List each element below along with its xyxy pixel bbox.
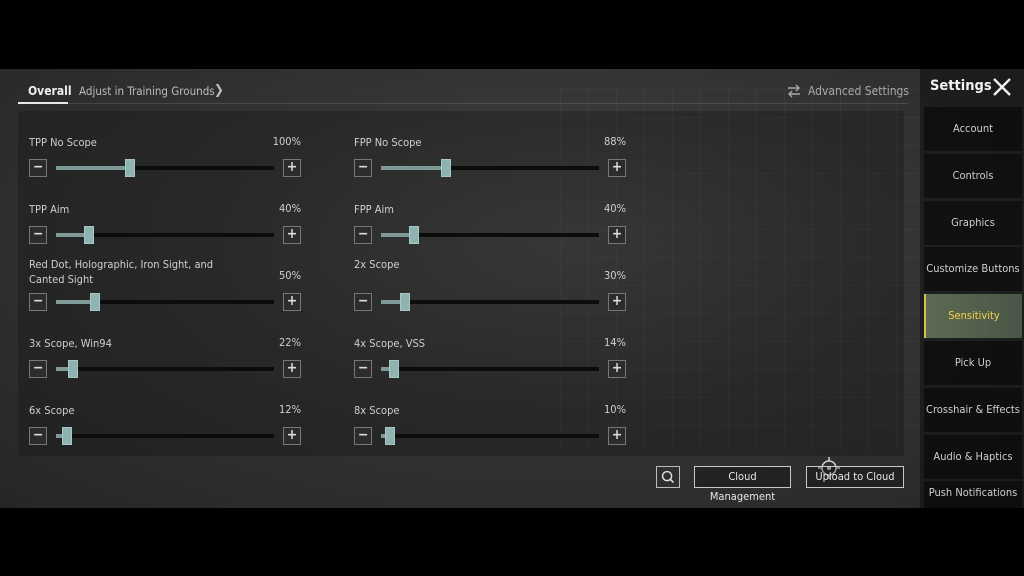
sidebar-item-crosshair-effects[interactable]: Crosshair & Effects xyxy=(924,387,1022,432)
upload-to-cloud-button[interactable]: Upload to Cloud xyxy=(806,466,904,488)
slider-label: 6x Scope xyxy=(29,404,75,417)
top-tab-bar: Overall Adjust in Training Grounds ❯ Adv… xyxy=(0,69,920,109)
slider-track[interactable] xyxy=(381,360,599,378)
slider-value: 12% xyxy=(279,403,301,416)
increase-button[interactable]: + xyxy=(283,360,301,378)
decrease-button[interactable]: − xyxy=(354,226,372,244)
increase-button[interactable]: + xyxy=(608,226,626,244)
decrease-button[interactable]: − xyxy=(354,293,372,311)
slider-track[interactable] xyxy=(56,293,274,311)
increase-button[interactable]: + xyxy=(283,159,301,177)
slider-label: 8x Scope xyxy=(354,404,400,417)
slider-fill xyxy=(56,166,131,170)
sidebar-item-graphics[interactable]: Graphics xyxy=(924,200,1022,245)
sensitivity-slider: 4x Scope, VSS 14% − + xyxy=(354,336,626,396)
increase-button[interactable]: + xyxy=(608,360,626,378)
decrease-button[interactable]: − xyxy=(29,159,47,177)
sensitivity-slider: 8x Scope 10% − + xyxy=(354,403,626,463)
slider-handle[interactable] xyxy=(83,226,94,244)
sidebar-item-controls[interactable]: Controls xyxy=(924,153,1022,198)
slider-track[interactable] xyxy=(56,360,274,378)
cloud-management-button[interactable]: Cloud Management xyxy=(694,466,791,503)
slider-handle[interactable] xyxy=(389,360,400,378)
sidebar-item-sensitivity[interactable]: Sensitivity xyxy=(924,294,1022,339)
decrease-button[interactable]: − xyxy=(354,360,372,378)
slider-handle[interactable] xyxy=(384,427,395,445)
decrease-button[interactable]: − xyxy=(354,159,372,177)
close-icon[interactable] xyxy=(991,76,1013,98)
sensitivity-slider: TPP No Scope 100% − + xyxy=(29,135,301,195)
slider-value: 10% xyxy=(604,403,626,416)
sensitivity-slider: FPP No Scope 88% − + xyxy=(354,135,626,195)
tab-overall[interactable]: Overall xyxy=(28,84,72,98)
slider-label: 4x Scope, VSS xyxy=(354,337,426,350)
slider-handle[interactable] xyxy=(125,159,136,177)
increase-button[interactable]: + xyxy=(608,293,626,311)
slider-handle[interactable] xyxy=(408,226,419,244)
sidebar-item-account[interactable]: Account xyxy=(924,107,1022,151)
slider-value: 40% xyxy=(279,202,301,215)
slider-track[interactable] xyxy=(381,293,599,311)
sensitivity-slider: 2x Scope 30% − + xyxy=(354,257,626,329)
increase-button[interactable]: + xyxy=(283,293,301,311)
sidebar-item-pick-up[interactable]: Pick Up xyxy=(924,341,1022,385)
slider-handle[interactable] xyxy=(61,427,72,445)
tab-training-grounds[interactable]: Adjust in Training Grounds xyxy=(79,84,215,98)
slider-label: 2x Scope xyxy=(354,258,400,271)
settings-title: Settings xyxy=(930,78,992,94)
slider-fill xyxy=(381,166,447,170)
slider-label: TPP Aim xyxy=(29,203,70,216)
settings-screen: Overall Adjust in Training Grounds ❯ Adv… xyxy=(0,69,1024,508)
slider-track[interactable] xyxy=(381,159,599,177)
slider-value: 88% xyxy=(604,135,626,148)
increase-button[interactable]: + xyxy=(608,159,626,177)
swap-arrows-icon[interactable] xyxy=(787,84,801,98)
sidebar-item-customize-buttons[interactable]: Customize Buttons xyxy=(924,247,1022,292)
slider-track[interactable] xyxy=(381,226,599,244)
increase-button[interactable]: + xyxy=(283,427,301,445)
decrease-button[interactable]: − xyxy=(354,427,372,445)
decrease-button[interactable]: − xyxy=(29,360,47,378)
decrease-button[interactable]: − xyxy=(29,427,47,445)
slider-handle[interactable] xyxy=(399,293,410,311)
slider-label: FPP No Scope xyxy=(354,136,422,149)
chevron-right-icon[interactable]: ❯ xyxy=(214,83,224,98)
sidebar-item-push-notifications[interactable]: Push Notifications xyxy=(924,481,1022,508)
sensitivity-slider: 6x Scope 12% − + xyxy=(29,403,301,463)
slider-label: 3x Scope, Win94 xyxy=(29,337,112,350)
sensitivity-panel: TPP No Scope 100% − + FPP No Scope 88% − + TPP A… xyxy=(18,111,904,479)
slider-track[interactable] xyxy=(381,427,599,445)
decrease-button[interactable]: − xyxy=(29,293,47,311)
sensitivity-slider: TPP Aim 40% − + xyxy=(29,202,301,262)
sensitivity-slider: Red Dot, Holographic, Iron Sight, and Ca… xyxy=(29,257,301,329)
sidebar-item-audio-haptics[interactable]: Audio & Haptics xyxy=(924,434,1022,479)
slider-label: FPP Aim xyxy=(354,203,394,216)
slider-value: 40% xyxy=(604,202,626,215)
advanced-settings-button[interactable]: Advanced Settings xyxy=(808,84,909,98)
settings-sidebar: Settings Account Controls Graphics Customiz… xyxy=(920,69,1024,508)
slider-label: Red Dot, Holographic, Iron Sight, and Ca… xyxy=(29,258,214,286)
slider-label: TPP No Scope xyxy=(29,136,97,149)
search-icon[interactable] xyxy=(656,466,680,488)
slider-value: 30% xyxy=(604,269,626,282)
slider-track[interactable] xyxy=(56,159,274,177)
sensitivity-slider: FPP Aim 40% − + xyxy=(354,202,626,262)
increase-button[interactable]: + xyxy=(608,427,626,445)
slider-value: 100% xyxy=(272,135,301,148)
slider-value: 14% xyxy=(604,336,626,349)
tab-overall-underline xyxy=(18,102,68,104)
slider-handle[interactable] xyxy=(441,159,452,177)
slider-track[interactable] xyxy=(56,427,274,445)
slider-handle[interactable] xyxy=(90,293,101,311)
decrease-button[interactable]: − xyxy=(29,226,47,244)
slider-value: 50% xyxy=(279,269,301,282)
tab-divider xyxy=(68,103,908,104)
slider-value: 22% xyxy=(279,336,301,349)
slider-track[interactable] xyxy=(56,226,274,244)
sensitivity-slider: 3x Scope, Win94 22% − + xyxy=(29,336,301,396)
increase-button[interactable]: + xyxy=(283,226,301,244)
slider-handle[interactable] xyxy=(68,360,79,378)
